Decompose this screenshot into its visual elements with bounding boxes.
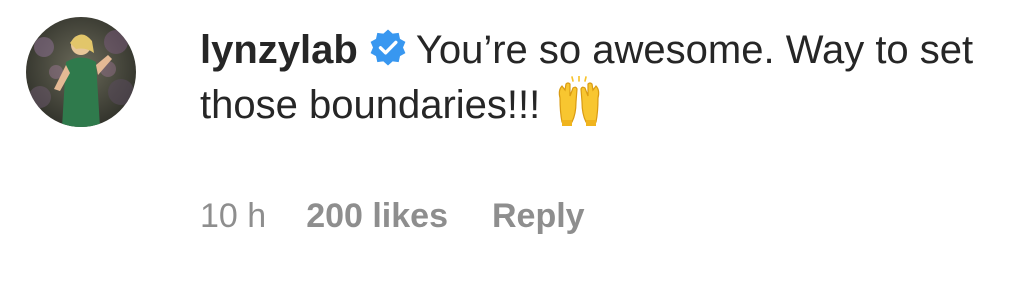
avatar[interactable] xyxy=(26,17,136,127)
comment-text-block: lynzylab You’re so awesome. Way to set th… xyxy=(200,24,1000,131)
profile-photo xyxy=(26,17,136,127)
verified-badge-icon xyxy=(368,28,408,68)
timestamp: 10 h xyxy=(200,197,267,235)
raising-hands-emoji-icon xyxy=(554,76,604,128)
comment: lynzylab You’re so awesome. Way to set th… xyxy=(0,0,1024,288)
reply-button[interactable]: Reply xyxy=(492,196,585,236)
likes-count[interactable]: 200 likes xyxy=(306,196,448,236)
comment-meta: 10 h 200 likes Reply xyxy=(200,196,585,236)
username-link[interactable]: lynzylab xyxy=(200,28,358,72)
comment-body: lynzylab You’re so awesome. Way to set th… xyxy=(200,24,1000,131)
